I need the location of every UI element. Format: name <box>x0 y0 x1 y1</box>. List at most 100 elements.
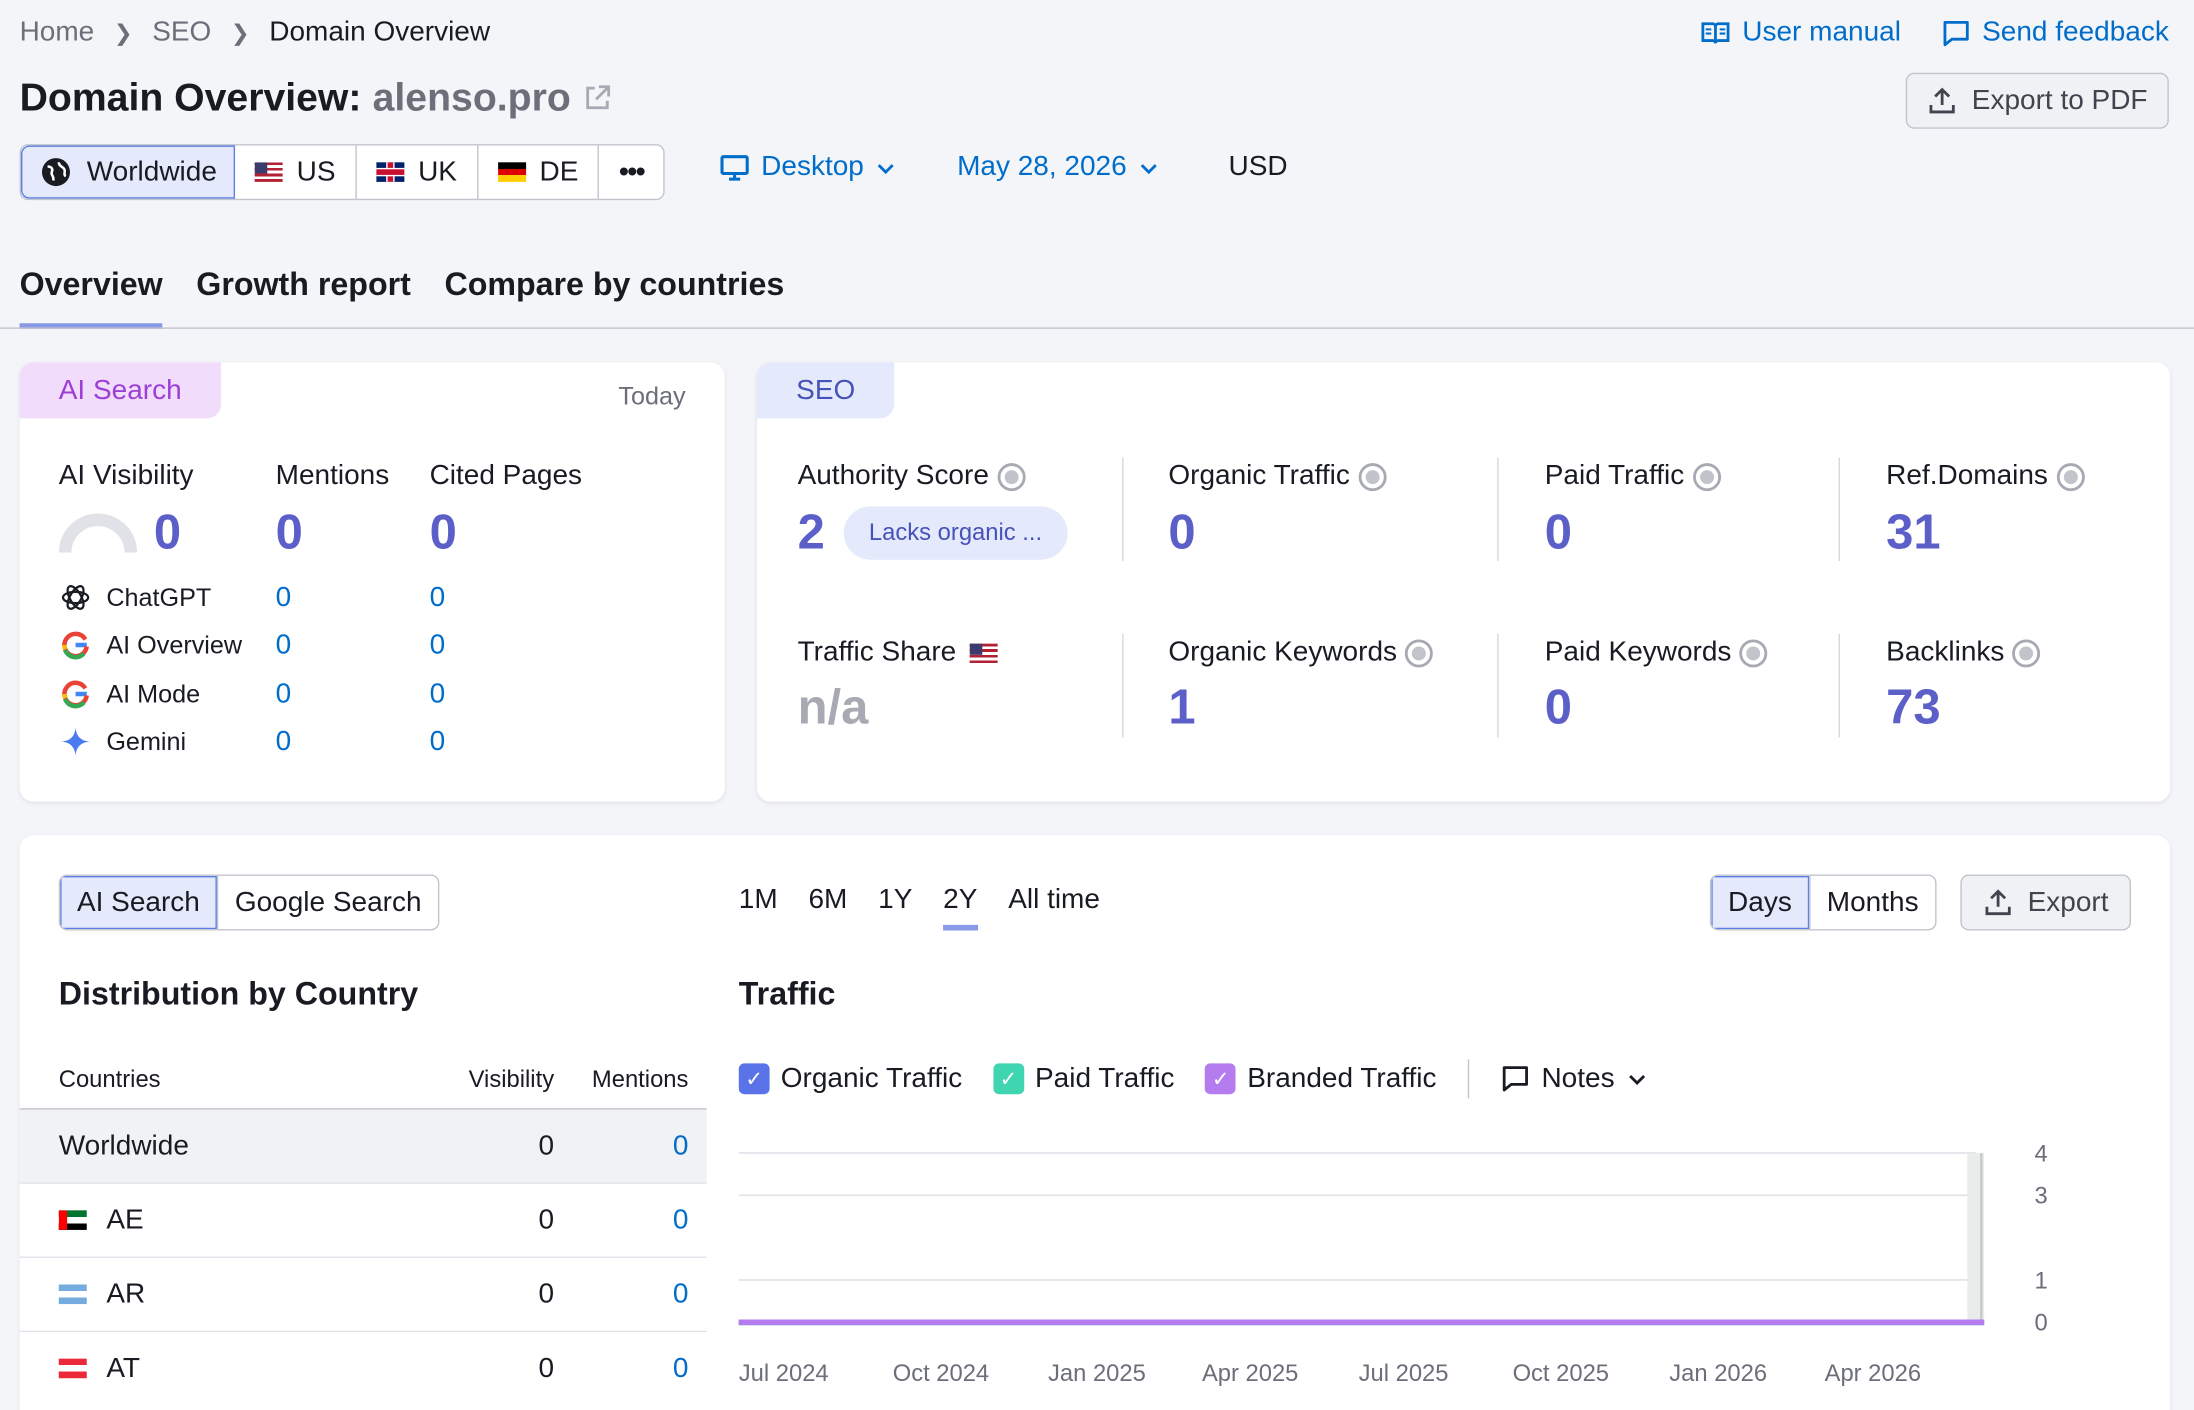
paid-keywords-value[interactable]: 0 <box>1545 680 1572 736</box>
legend-organic[interactable]: ✓ Organic Traffic <box>738 1063 962 1095</box>
traffic-share-metric: Traffic Share <box>798 637 999 669</box>
db-worldwide[interactable]: Worldwide <box>20 145 236 199</box>
us-flag-icon <box>254 162 283 182</box>
legend-branded[interactable]: ✓ Branded Traffic <box>1205 1063 1437 1095</box>
x-tick-label: Apr 2025 <box>1202 1360 1298 1387</box>
notes-dropdown[interactable]: Notes <box>1499 1063 1648 1095</box>
tab-growth-report[interactable]: Growth report <box>196 266 411 329</box>
tab-compare-by-countries[interactable]: Compare by countries <box>444 266 784 329</box>
organic-traffic-value[interactable]: 0 <box>1168 505 1195 561</box>
x-tick-label: Oct 2025 <box>1513 1360 1609 1387</box>
export-pdf-label: Export to PDF <box>1971 84 2148 116</box>
ai-overview-mentions[interactable]: 0 <box>276 630 292 662</box>
backlinks-value[interactable]: 73 <box>1886 680 1940 736</box>
top-links: User manual Send feedback <box>1700 17 2169 49</box>
ai-row-gemini: Gemini <box>59 725 186 759</box>
seo-card: SEO Authority Score 2 Lacks organic ... … <box>756 362 2171 802</box>
legend-paid-label: Paid Traffic <box>1034 1062 1175 1094</box>
x-tick-label: Jul 2024 <box>739 1360 829 1387</box>
gemini-mentions[interactable]: 0 <box>276 726 292 758</box>
cited-pages-value[interactable]: 0 <box>430 505 457 561</box>
col-visibility[interactable]: Visibility <box>437 1066 554 1094</box>
user-manual-label: User manual <box>1742 16 1901 48</box>
db-worldwide-label: Worldwide <box>86 156 217 187</box>
globe-icon <box>1739 638 1768 667</box>
breadcrumb-seo[interactable]: SEO <box>152 17 211 49</box>
source-ai-search[interactable]: AI Search <box>60 875 219 930</box>
db-de[interactable]: DE <box>478 145 600 199</box>
granularity-days[interactable]: Days <box>1711 875 1811 930</box>
breadcrumb: Home ❯ SEO ❯ Domain Overview <box>20 17 490 49</box>
send-feedback-link[interactable]: Send feedback <box>1940 17 2169 49</box>
external-link-icon[interactable] <box>582 83 613 114</box>
at-flag-icon <box>58 1358 87 1379</box>
chatgpt-cited[interactable]: 0 <box>430 582 446 614</box>
lacks-organic-badge[interactable]: Lacks organic ... <box>843 506 1068 560</box>
country-name: Worldwide <box>58 1129 189 1161</box>
distribution-title: Distribution by Country <box>58 975 419 1012</box>
period-6m[interactable]: 6M <box>808 884 847 930</box>
ai-overview-cited[interactable]: 0 <box>430 630 446 662</box>
ref-domains-value[interactable]: 31 <box>1886 505 1940 561</box>
divider <box>1467 1059 1469 1099</box>
mentions-value[interactable]: 0 <box>276 505 303 561</box>
db-more-button[interactable]: ••• <box>599 146 663 199</box>
db-de-label: DE <box>539 156 579 187</box>
main-tabs: Overview Growth report Compare by countr… <box>19 266 784 329</box>
col-countries: Countries <box>58 1066 161 1093</box>
us-flag-icon <box>970 642 999 663</box>
granularity-months[interactable]: Months <box>1810 876 1935 929</box>
breadcrumb-home[interactable]: Home <box>20 17 95 49</box>
tab-overview[interactable]: Overview <box>19 266 163 329</box>
export-button[interactable]: Export <box>1960 874 2132 931</box>
uk-flag-icon <box>376 162 405 182</box>
organic-keywords-metric: Organic Keywords <box>1168 637 1434 669</box>
organic-keywords-value[interactable]: 1 <box>1168 680 1195 736</box>
table-row[interactable]: AR 0 0 <box>19 1256 707 1331</box>
source-google-search[interactable]: Google Search <box>218 876 438 929</box>
paid-traffic-metric: Paid Traffic <box>1545 460 1721 492</box>
country-mentions[interactable]: 0 <box>554 1204 689 1236</box>
ar-flag-icon <box>58 1284 87 1305</box>
chatgpt-mentions[interactable]: 0 <box>276 582 292 614</box>
country-mentions[interactable]: 0 <box>554 1278 689 1310</box>
ai-row-chatgpt: ChatGPT <box>59 581 212 615</box>
period-2y[interactable]: 2Y <box>943 884 978 931</box>
ai-search-card: AI Search Today AI Visibility Mentions C… <box>19 362 725 802</box>
visibility-gauge <box>58 513 138 553</box>
paid-traffic-value[interactable]: 0 <box>1545 505 1572 561</box>
period-1y[interactable]: 1Y <box>878 884 912 930</box>
device-selector[interactable]: Desktop <box>719 151 897 183</box>
db-us[interactable]: US <box>235 145 357 199</box>
period-all-time[interactable]: All time <box>1008 884 1100 930</box>
mentions-header: Mentions <box>275 460 390 492</box>
page-title: Domain Overview: alenso.pro <box>20 76 613 121</box>
traffic-chart[interactable]: 4 3 1 0 Jul 2024 Oct 2024 Jan 2025 Apr 2025 Jul … <box>719 1129 2118 1409</box>
x-tick-label: Jul 2025 <box>1359 1360 1449 1387</box>
table-row[interactable]: AT 0 0 <box>19 1330 707 1405</box>
country-mentions[interactable]: 0 <box>554 1130 689 1162</box>
authority-score-value[interactable]: 2 <box>798 505 825 561</box>
user-manual-link[interactable]: User manual <box>1700 17 1901 49</box>
table-row[interactable]: AE 0 0 <box>19 1182 707 1256</box>
db-us-label: US <box>296 156 336 187</box>
period-1m[interactable]: 1M <box>739 884 778 930</box>
title-domain: alenso.pro <box>372 75 571 119</box>
authority-score-label: Authority Score <box>797 460 989 492</box>
breadcrumb-current: Domain Overview <box>269 16 491 48</box>
legend-paid[interactable]: ✓ Paid Traffic <box>993 1063 1174 1095</box>
table-row[interactable]: Worldwide 0 0 <box>19 1108 707 1183</box>
table-header: Countries Visibility Mentions <box>20 1052 707 1108</box>
date-selector[interactable]: May 28, 2026 <box>957 151 1160 183</box>
upload-icon <box>1929 87 1955 114</box>
db-uk[interactable]: UK <box>357 145 478 199</box>
ai-mode-mentions[interactable]: 0 <box>276 679 292 711</box>
ai-mode-cited[interactable]: 0 <box>430 679 446 711</box>
comment-icon <box>1502 1066 1528 1092</box>
country-mentions[interactable]: 0 <box>554 1352 689 1384</box>
export-pdf-button[interactable]: Export to PDF <box>1905 72 2169 129</box>
col-mentions[interactable]: Mentions <box>554 1066 689 1094</box>
gemini-cited[interactable]: 0 <box>430 726 446 758</box>
divider <box>1497 633 1499 738</box>
period-selector: 1M 6M 1Y 2Y All time <box>739 884 1100 931</box>
